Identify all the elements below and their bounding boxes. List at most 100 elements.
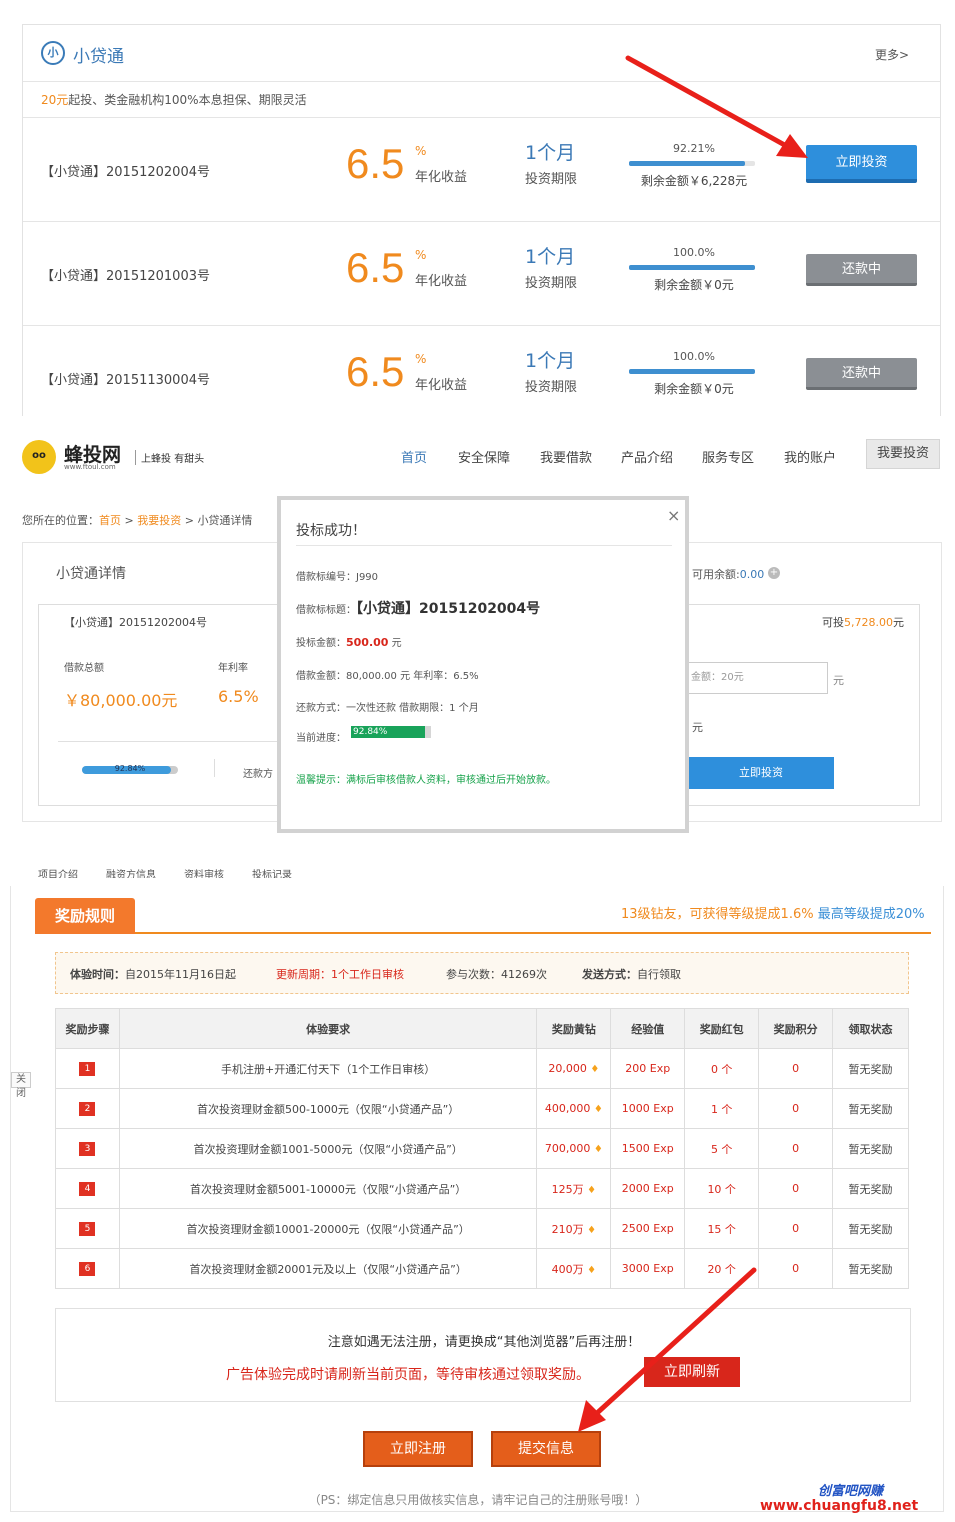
- loan-title-label: 借款标标题：: [296, 605, 356, 616]
- requirement-cell: 手机注册+开通汇付天下（1个工作日审核）: [118, 1048, 538, 1089]
- level-info: 13级钻友，可获得等级提成1.6% 最高等级提成20%: [621, 903, 925, 922]
- exp-cell: 1500 Exp: [610, 1128, 686, 1169]
- tab-intro[interactable]: 项目介绍: [38, 870, 78, 878]
- table-row: 3 首次投资理财金额1001-5000元（仅限“小贷通产品”） 700,000 ♦ 1…: [55, 1128, 909, 1169]
- rate-value: 6.5%: [218, 687, 259, 706]
- notice-browser: 注意如遇无法注册，请更换成“其他浏览器”后再注册！: [327, 1335, 641, 1350]
- points-cell: 0: [758, 1168, 834, 1209]
- requirement-cell: 首次投资理财金额5001-10000元（仅限“小贷通产品”）: [118, 1168, 538, 1209]
- nav-home[interactable]: 首页: [401, 447, 427, 466]
- tab-records[interactable]: 投标记录: [252, 870, 292, 878]
- xiaodaitong-logo-icon: 小: [41, 41, 65, 65]
- detail-loan-name: 【小贷通】20151202004号: [64, 616, 207, 629]
- exp-cell: 3000 Exp: [610, 1248, 686, 1289]
- loan-rate-label: 年化收益: [415, 378, 468, 393]
- send-method: 发送方式：自行领取: [582, 966, 681, 982]
- table-row: 2 首次投资理财金额500-1000元（仅限“小贷通产品”） 400,000 ♦ 10…: [55, 1088, 909, 1129]
- loan-progress-value: 100.0%: [673, 350, 715, 363]
- loan-term-label: 投资期限: [525, 276, 578, 291]
- investable-unit: 元: [892, 616, 904, 629]
- tab-review[interactable]: 资料审核: [184, 870, 224, 878]
- exp-cell: 2000 Exp: [610, 1168, 686, 1209]
- loan-name[interactable]: 【小贷通】20151201003号: [41, 265, 210, 284]
- breadcrumb: 您所在的位置：首页 > 我要投资 > 小贷通详情: [22, 512, 252, 528]
- loan-name[interactable]: 【小贷通】20151130004号: [41, 369, 210, 388]
- nav-account[interactable]: 我的账户: [784, 447, 836, 466]
- rule-tab[interactable]: 奖励规则: [35, 898, 135, 934]
- breadcrumb-home[interactable]: 首页: [99, 514, 121, 527]
- detail-invest-button[interactable]: 立即投资: [688, 757, 834, 789]
- nav-invest-button[interactable]: 我要投资: [866, 439, 940, 469]
- loan-term-label: 投资期限: [525, 172, 578, 187]
- column-header: 奖励步骤: [55, 1008, 120, 1049]
- column-header: 奖励积分: [758, 1008, 834, 1049]
- loan-rate: 6.5: [346, 348, 405, 395]
- loan-rate: 6.5: [346, 140, 405, 187]
- loan-progress-value: 92.21%: [673, 142, 715, 155]
- requirement-cell: 首次投资理财金额10001-20000元（仅限“小贷通产品”）: [118, 1208, 538, 1249]
- watermark-title: 创富吧网赚: [818, 1484, 884, 1499]
- diamond-cell: 210万 ♦: [536, 1208, 612, 1249]
- invest-amount-input[interactable]: 金额：20元: [688, 662, 828, 694]
- diamond-cell: 700,000 ♦: [536, 1128, 612, 1169]
- status-cell: 暂无奖励: [832, 1128, 909, 1169]
- nav-security[interactable]: 安全保障: [458, 447, 510, 466]
- loan-term: 1个月: [525, 246, 576, 268]
- bid-amount: 500.00: [346, 636, 389, 649]
- loan-progress-fill: [629, 369, 755, 374]
- repay-line: 还款方式：一次性还款 借款期限：1 个月: [296, 703, 479, 714]
- nav-borrow[interactable]: 我要借款: [540, 447, 592, 466]
- send-method-label: 发送方式：: [582, 968, 637, 981]
- notice-refresh: 广告体验完成时请刷新当前页面，等待审核通过领取奖励。: [226, 1367, 590, 1383]
- xiaodaitong-panel: 小 小贷通 更多> 20元起投、类金融机构100%本息担保、期限灵活 【小贷通】…: [22, 24, 941, 416]
- requirement-cell: 首次投资理财金额20001元及以上（仅限“小贷通产品”）: [118, 1248, 538, 1289]
- repaying-button[interactable]: 还款中: [806, 254, 917, 286]
- tab-borrower[interactable]: 融资方信息: [106, 870, 156, 878]
- requirement-cell: 首次投资理财金额1001-5000元（仅限“小贷通产品”）: [118, 1128, 538, 1169]
- loan-code-line: 借款标编号：J990: [296, 568, 378, 583]
- close-tab-button[interactable]: 关闭: [11, 1072, 31, 1099]
- diamond-value: 700,000: [544, 1142, 591, 1155]
- repaying-button[interactable]: 还款中: [806, 358, 917, 390]
- close-icon[interactable]: ×: [667, 506, 680, 525]
- refresh-button[interactable]: 立即刷新: [644, 1357, 740, 1387]
- column-header: 奖励黄钻: [536, 1008, 612, 1049]
- loan-term: 1个月: [525, 142, 576, 164]
- bee-logo-icon[interactable]: oo: [22, 440, 56, 474]
- promo-text: 起投、类金融机构100%本息担保、期限灵活: [68, 93, 307, 107]
- loan-progress-bar: [629, 369, 755, 374]
- bid-amount-label: 投标金额：: [296, 638, 346, 649]
- available-balance-label: 可用余额:: [692, 568, 740, 581]
- breadcrumb-invest[interactable]: 我要投资: [137, 514, 181, 527]
- panel-title: 小贷通: [73, 47, 124, 67]
- table-row: 1 手机注册+开通汇付天下（1个工作日审核） 20,000 ♦ 200 Exp 0 个0…: [55, 1048, 909, 1089]
- loan-progress-fill: [629, 161, 746, 166]
- loan-progress-fill: [629, 265, 755, 270]
- submit-info-button[interactable]: 提交信息: [491, 1431, 601, 1467]
- send-method-value: 自行领取: [637, 968, 681, 981]
- table-row: 5 首次投资理财金额10001-20000元（仅限“小贷通产品”） 210万 ♦ 25…: [55, 1208, 909, 1249]
- modal-progress-label: 92.84%: [353, 727, 388, 737]
- add-funds-icon[interactable]: +: [768, 567, 780, 579]
- loan-name[interactable]: 【小贷通】20151202004号: [41, 161, 210, 180]
- expected-yield-unit: 元: [692, 721, 703, 734]
- nav-service[interactable]: 服务专区: [702, 447, 754, 466]
- available-balance: 可用余额:0.00: [692, 566, 764, 582]
- loan-rate-percent: %: [415, 352, 427, 366]
- points-cell: 0: [758, 1088, 834, 1129]
- diamond-icon: ♦: [593, 1144, 603, 1155]
- loan-title-line: 借款标标题：【小贷通】20151202004号: [296, 598, 540, 618]
- diamond-icon: ♦: [593, 1104, 603, 1115]
- nav-products[interactable]: 产品介绍: [621, 447, 673, 466]
- column-header: 体验要求: [118, 1008, 538, 1049]
- register-button[interactable]: 立即注册: [363, 1431, 473, 1467]
- invest-now-button[interactable]: 立即投资: [806, 145, 917, 183]
- step-number: 4: [79, 1182, 96, 1196]
- experience-time-label: 体验时间：: [70, 968, 125, 981]
- detail-tabs: 项目介绍 融资方信息 资料审核 投标记录: [38, 866, 398, 878]
- status-cell: 暂无奖励: [832, 1048, 909, 1089]
- column-header: 领取状态: [832, 1008, 909, 1049]
- loan-progress-bar: [629, 265, 755, 270]
- divider: [58, 741, 288, 742]
- more-link[interactable]: 更多>: [875, 46, 909, 63]
